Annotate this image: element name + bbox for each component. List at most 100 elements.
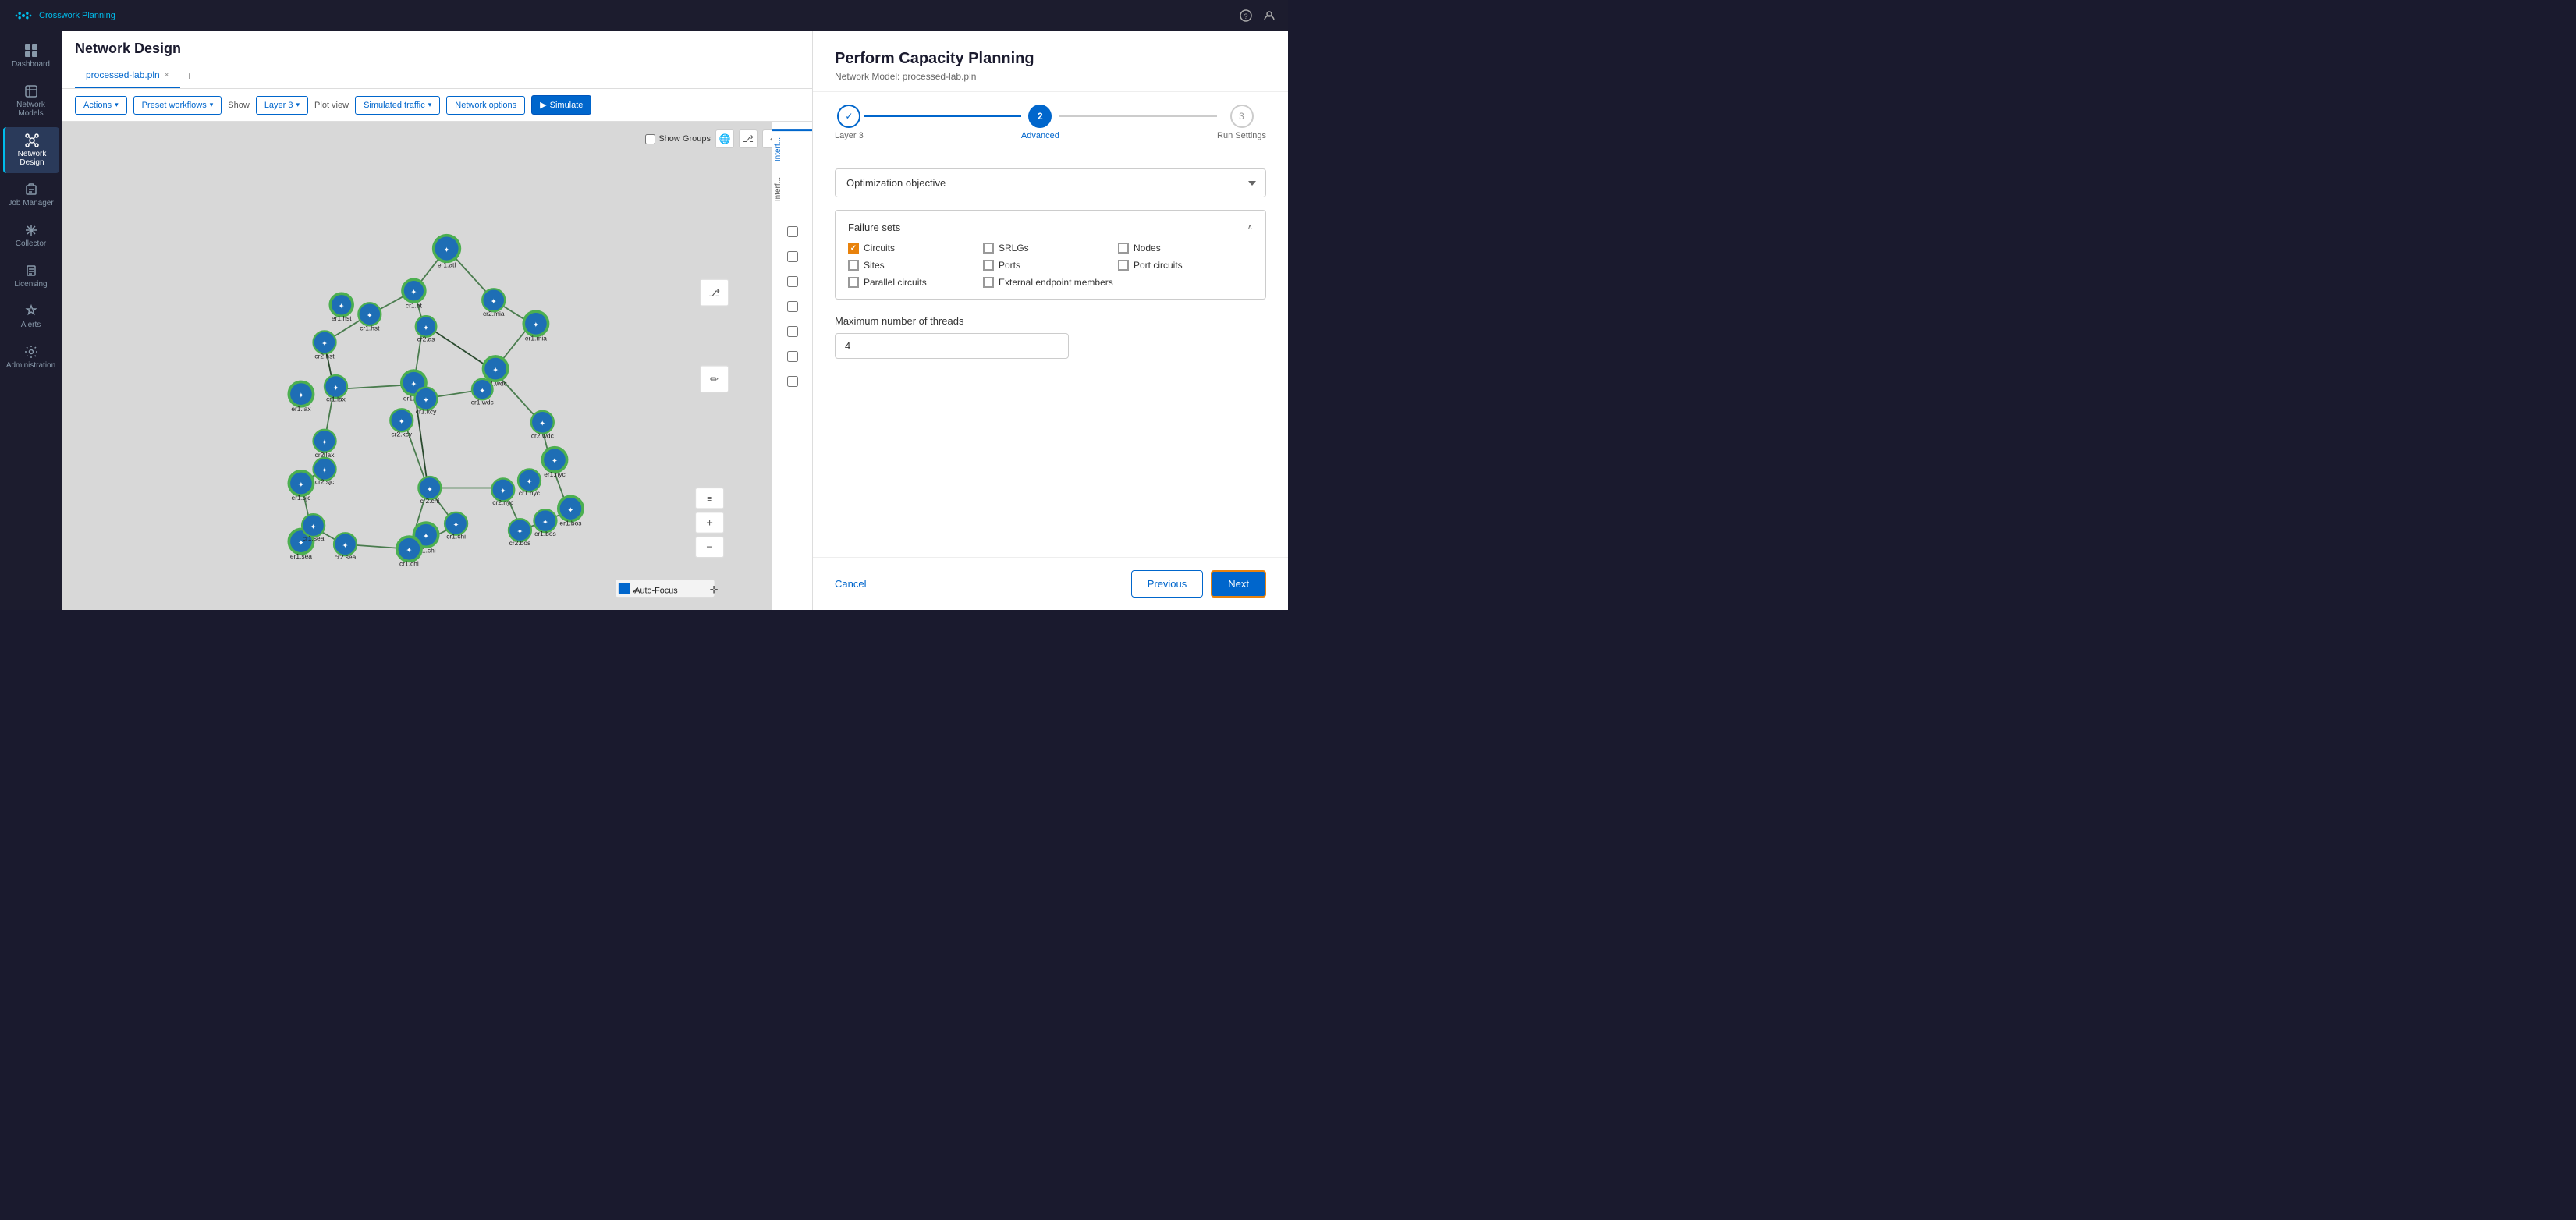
svg-text:er1.lax: er1.lax [291,405,311,413]
svg-text:✛: ✛ [710,583,719,595]
content-header: Network Design processed-lab.pln × + [62,31,812,89]
srlgs-label: SRLGs [999,243,1029,254]
panel-content: Optimization objective Failure sets ∧ Ci… [813,153,1288,557]
sidebar-item-job-manager[interactable]: Job Manager [3,176,59,214]
help-icon[interactable]: ? [1240,9,1252,22]
page-title: Network Design [75,41,800,57]
interface-tab[interactable]: Interf... [772,129,812,168]
svg-text:cr1.chi: cr1.chi [446,533,466,541]
cb5[interactable] [787,326,798,337]
svg-text:✦: ✦ [423,396,429,405]
svg-text:cr1.lax: cr1.lax [326,395,346,403]
cb7[interactable] [787,376,798,387]
user-icon[interactable] [1263,9,1276,22]
simulate-button[interactable]: ▶ Simulate [531,95,591,115]
sidebar-item-licensing[interactable]: Licensing [3,257,59,295]
cb1[interactable] [787,226,798,237]
parallel-circuits-checkbox-icon[interactable] [848,277,859,288]
svg-text:cr1.wdc: cr1.wdc [471,398,494,406]
svg-text:cr2.hst: cr2.hst [314,352,335,360]
sidebar-item-dashboard-label: Dashboard [12,60,50,69]
failure-sets-box: Failure sets ∧ Circuits SRLGs [835,210,1266,300]
cb6[interactable] [787,351,798,362]
cb3[interactable] [787,276,798,287]
preset-workflows-button[interactable]: Preset workflows ▾ [133,96,222,115]
checkbox-nodes[interactable]: Nodes [1118,243,1253,254]
cb4[interactable] [787,301,798,312]
panel-footer: Cancel Previous Next [813,557,1288,610]
sidebar-item-collector[interactable]: Collector [3,217,59,254]
sidebar-item-administration[interactable]: Administration [3,339,59,376]
ports-checkbox-icon[interactable] [983,260,994,271]
max-threads-input[interactable] [835,333,1069,359]
cb2[interactable] [787,251,798,262]
sidebar-item-network-design-label: Network Design [9,150,56,167]
show-label: Show [228,101,250,110]
nodes-checkbox-icon[interactable] [1118,243,1129,254]
sites-checkbox-icon[interactable] [848,260,859,271]
optimization-objective-select[interactable]: Optimization objective [835,168,1266,197]
svg-text:cr2.nyc: cr2.nyc [492,498,513,506]
svg-text:er1.mia: er1.mia [525,334,547,342]
checkbox-circuits[interactable]: Circuits [848,243,983,254]
checkbox-port-circuits[interactable]: Port circuits [1118,260,1253,271]
svg-text:er1.sea: er1.sea [290,552,312,560]
topology-icon[interactable]: ⎇ [739,129,758,148]
step-line-2 [1059,115,1217,117]
checkbox-srlgs[interactable]: SRLGs [983,243,1118,254]
svg-text:✦: ✦ [399,418,405,427]
checkbox-parallel-circuits[interactable]: Parallel circuits [848,277,983,288]
checkbox-external-endpoint-members[interactable]: External endpoint members [983,277,1253,288]
nodes-label: Nodes [1134,243,1161,254]
svg-text:✦: ✦ [492,366,499,374]
net-props-panel: Interf... Interf... [772,122,812,610]
tab-add-button[interactable]: + [180,63,199,88]
svg-text:✦: ✦ [533,321,539,330]
globe-icon[interactable]: 🌐 [715,129,734,148]
svg-text:✦: ✦ [410,380,417,388]
sidebar-item-administration-label: Administration [6,361,55,370]
actions-button[interactable]: Actions ▾ [75,96,127,115]
svg-text:cr1.at: cr1.at [406,301,423,309]
tab-close-icon[interactable]: × [165,71,169,80]
svg-text:✦: ✦ [443,246,449,254]
circuits-checkbox-icon[interactable] [848,243,859,254]
svg-text:✦: ✦ [526,478,532,487]
graph-bottom-tools[interactable]: ≡ + − [696,488,724,558]
network-options-button[interactable]: Network options [446,96,525,115]
svg-text:er1.hst: er1.hst [332,314,352,322]
previous-button[interactable]: Previous [1131,570,1204,598]
svg-text:er1.atl: er1.atl [438,261,456,269]
svg-text:−: − [706,541,712,554]
network-topology-svg: ✦ er1.atl ✦ cr1.at ✦ cr2.mia ✦ er1.mia [62,122,812,610]
show-groups-checkbox[interactable] [645,134,655,144]
port-circuits-checkbox-icon[interactable] [1118,260,1129,271]
svg-text:✦: ✦ [321,340,328,349]
svg-text:✦: ✦ [539,420,545,428]
external-endpoint-checkbox-icon[interactable] [983,277,994,288]
layer3-button[interactable]: Layer 3 ▾ [256,96,308,115]
sidebar-item-network-models-label: Network Models [6,101,56,118]
sidebar-item-alerts[interactable]: Alerts [3,298,59,335]
checkbox-ports[interactable]: Ports [983,260,1118,271]
simulated-traffic-button[interactable]: Simulated traffic ▾ [355,96,440,115]
sidebar-item-network-models[interactable]: Network Models [3,78,59,124]
checkbox-sites[interactable]: Sites [848,260,983,271]
next-button[interactable]: Next [1211,570,1266,598]
sidebar-item-dashboard[interactable]: Dashboard [3,37,59,75]
failure-sets-header: Failure sets ∧ [848,222,1253,233]
toolbar: Actions ▾ Preset workflows ▾ Show Layer … [62,89,812,122]
srlgs-checkbox-icon[interactable] [983,243,994,254]
svg-text:cr1.hst: cr1.hst [360,324,380,332]
tab-processed-lab[interactable]: processed-lab.pln × [75,63,180,88]
interface-tab2[interactable]: Interf... [772,171,812,207]
simulated-traffic-chevron-icon: ▾ [428,101,432,109]
topbar-actions: ? [1240,9,1276,22]
tab-bar: processed-lab.pln × + [75,63,800,88]
cancel-button[interactable]: Cancel [835,572,866,596]
sidebar-item-network-design[interactable]: Network Design [3,127,59,173]
svg-text:✦: ✦ [427,485,433,494]
show-groups-label[interactable]: Show Groups [645,134,711,144]
failure-sets-collapse-icon[interactable]: ∧ [1247,223,1253,232]
plot-view-label: Plot view [314,101,349,110]
